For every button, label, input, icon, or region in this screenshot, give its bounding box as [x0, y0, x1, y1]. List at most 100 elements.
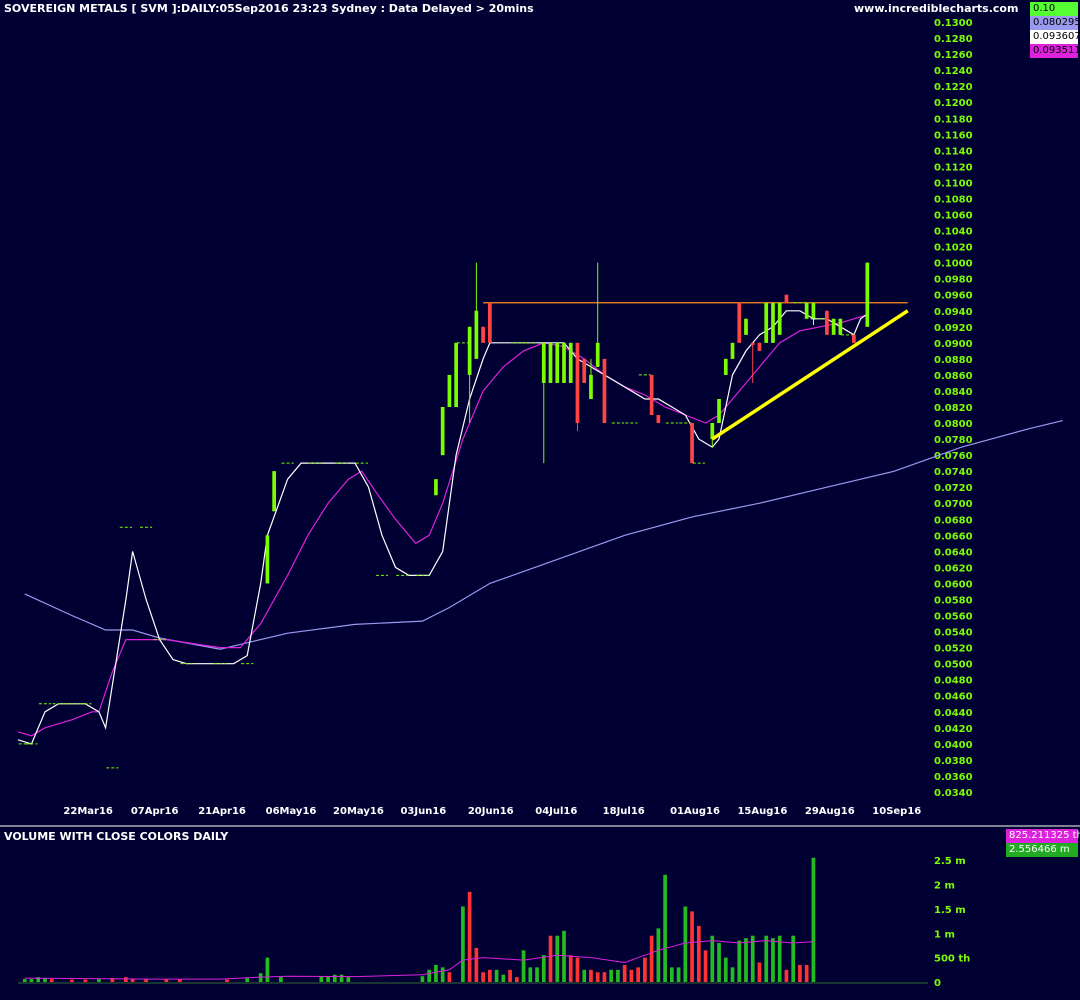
candle-body: [481, 326, 485, 343]
volume-bar: [70, 979, 74, 982]
trendline: [711, 309, 909, 441]
y-tick-label: 0.0920: [934, 323, 973, 334]
y-tick-label: 0.0720: [934, 483, 973, 494]
y-tick-label: 0.0700: [934, 499, 973, 510]
volume-bar: [568, 955, 573, 982]
y-tick-label: 0.1060: [934, 211, 973, 222]
volume-bar: [49, 979, 54, 982]
volume-bar: [83, 979, 88, 982]
volume-bar: [535, 967, 539, 982]
vol-y-tick-label: 2 m: [934, 881, 955, 892]
volume-bar: [346, 977, 351, 982]
y-tick-label: 0.0560: [934, 612, 973, 623]
volume-bar: [97, 979, 101, 982]
y-tick-label: 0.0400: [934, 740, 973, 751]
y-tick-label: 0.0860: [934, 371, 973, 382]
volume-bar: [332, 974, 337, 982]
x-tick-label: 20May16: [333, 806, 384, 817]
y-tick-label: 0.1120: [934, 162, 973, 173]
volume-bar: [164, 979, 169, 982]
volume-bar: [744, 938, 748, 982]
candle-body: [804, 302, 809, 319]
volume-bar: [750, 935, 755, 982]
y-tick-label: 0.0760: [934, 451, 973, 462]
volume-bar: [528, 967, 533, 982]
volume-bar: [602, 972, 607, 982]
y-tick-label: 0.0520: [934, 644, 973, 655]
vol-y-tick-label: 1 m: [934, 929, 955, 940]
x-tick-label: 15Aug16: [737, 806, 787, 817]
candle-body: [737, 302, 742, 343]
candle-body: [434, 479, 438, 496]
candle-body: [602, 358, 607, 424]
volume-bar: [177, 979, 182, 982]
candle-body: [757, 342, 762, 351]
volume-bar: [798, 964, 802, 982]
candle-body: [690, 423, 694, 464]
candle-body: [454, 342, 459, 407]
volume-bar: [123, 977, 128, 982]
y-tick-label: 0.1100: [934, 178, 973, 189]
y-tick-label: 0.0840: [934, 387, 973, 398]
y-tick-label: 0.1300: [934, 18, 973, 29]
volume-bar: [643, 957, 647, 982]
y-tick-label: 0.0580: [934, 595, 973, 606]
volume-bar: [29, 979, 34, 982]
volume-bar: [427, 969, 432, 982]
volume-ma-line: [24, 940, 814, 980]
y-tick-label: 0.0820: [934, 403, 973, 414]
y-tick-label: 0.0380: [934, 756, 973, 767]
x-tick-label: 22Mar16: [63, 806, 113, 817]
volume-bar: [339, 974, 344, 982]
volume-bar: [723, 957, 728, 982]
candle-body: [548, 342, 553, 383]
volume-bar: [703, 950, 708, 982]
y-tick-label: 0.0420: [934, 724, 973, 735]
volume-bar: [501, 974, 506, 982]
volume-bar: [461, 906, 465, 982]
vol-y-tick-label: 1.5 m: [934, 905, 966, 916]
y-tick-label: 0.0780: [934, 435, 973, 446]
volume-bar: [757, 962, 762, 982]
volume-bar: [622, 964, 627, 982]
y-tick-label: 0.1000: [934, 259, 973, 270]
candle-body: [831, 318, 836, 335]
candle-body: [744, 318, 748, 335]
candle-body: [467, 326, 472, 375]
candle-body: [825, 310, 829, 335]
y-tick-label: 0.0600: [934, 579, 973, 590]
volume-bar: [649, 935, 654, 982]
x-tick-label: 21Apr16: [198, 806, 246, 817]
candle-body: [838, 318, 843, 335]
y-tick-label: 0.0900: [934, 339, 973, 350]
annotation-marker: T: [810, 318, 817, 328]
volume-bar: [582, 969, 587, 982]
x-tick-label: 29Aug16: [805, 806, 855, 817]
volume-bar: [225, 979, 229, 982]
y-tick-label: 0.0500: [934, 660, 973, 671]
volume-bar: [636, 967, 641, 982]
volume-bar: [683, 906, 688, 982]
candle-body: [474, 310, 479, 359]
volume-bar: [710, 935, 715, 982]
volume-bar: [245, 978, 250, 982]
y-tick-label: 0.0620: [934, 563, 973, 574]
candle-body: [723, 358, 728, 375]
candle-body: [730, 342, 735, 359]
y-tick-label: 0.1220: [934, 82, 973, 93]
volume-bar: [629, 969, 634, 982]
y-tick-label: 0.0880: [934, 355, 973, 366]
volume-bar: [440, 967, 445, 982]
y-tick-label: 0.0360: [934, 772, 973, 783]
volume-bar: [730, 967, 735, 982]
y-tick-label: 0.0460: [934, 692, 973, 703]
x-tick-label: 07Apr16: [131, 806, 179, 817]
volume-bar: [575, 957, 580, 982]
candle-body: [777, 302, 782, 335]
volume-bar: [447, 972, 452, 982]
candle-body: [575, 342, 580, 424]
y-tick-label: 0.1280: [934, 34, 973, 45]
y-tick-label: 0.1080: [934, 194, 973, 205]
volume-bar: [494, 969, 499, 982]
y-tick-label: 0.0740: [934, 467, 973, 478]
